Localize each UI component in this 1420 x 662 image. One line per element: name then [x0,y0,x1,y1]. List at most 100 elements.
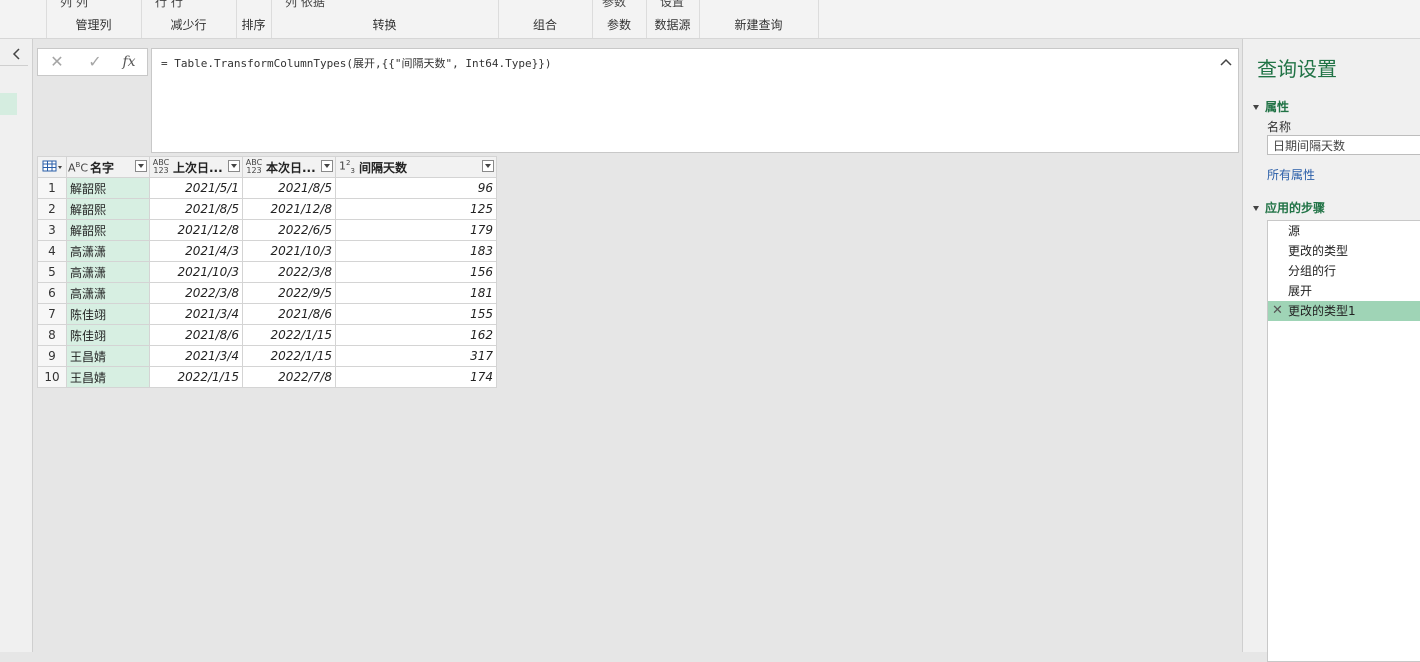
any-type-icon[interactable]: ABC123 [244,159,264,175]
collapse-triangle-icon[interactable] [1253,206,1259,211]
step-item[interactable]: 源 [1268,221,1420,241]
row-number[interactable]: 5 [38,262,67,283]
cell-name[interactable]: 高潇潇 [67,241,150,262]
table-row[interactable]: 1解韶熙2021/5/12021/8/596 [38,178,497,199]
ribbon-group-data-source[interactable]: 设置 数据源 [646,0,700,38]
fx-icon[interactable]: fx [120,53,138,71]
ribbon-group-transform[interactable]: 列 依据 转换 [271,0,499,38]
ribbon-group-parameters[interactable]: 参数 参数 [592,0,647,38]
cell-this-date[interactable]: 2021/10/3 [243,241,336,262]
cell-last-date[interactable]: 2021/8/5 [150,199,243,220]
cell-name[interactable]: 解韶熙 [67,220,150,241]
cell-name[interactable]: 高潇潇 [67,262,150,283]
cell-last-date[interactable]: 2022/3/8 [150,283,243,304]
check-icon[interactable]: ✓ [86,53,104,71]
row-number[interactable]: 4 [38,241,67,262]
chevron-left-icon[interactable] [10,47,24,61]
cancel-icon[interactable]: ✕ [48,53,66,71]
column-filter-dropdown[interactable] [482,160,494,172]
table-menu-button[interactable] [38,157,67,178]
table-row[interactable]: 10王昌婧2022/1/152022/7/8174 [38,367,497,388]
cell-interval-days[interactable]: 96 [336,178,497,199]
column-filter-dropdown[interactable] [135,160,147,172]
delete-step-icon[interactable]: ✕ [1272,301,1283,321]
cell-interval-days[interactable]: 317 [336,346,497,367]
cell-name[interactable]: 高潇潇 [67,283,150,304]
ribbon-group-manage-columns[interactable]: 列 列 管理列 [46,0,142,38]
cell-interval-days[interactable]: 155 [336,304,497,325]
cell-last-date[interactable]: 2021/8/6 [150,325,243,346]
row-number[interactable]: 1 [38,178,67,199]
column-header-last-date[interactable]: ABC123上次日... [150,157,243,178]
cell-last-date[interactable]: 2021/12/8 [150,220,243,241]
cell-interval-days[interactable]: 125 [336,199,497,220]
row-number[interactable]: 8 [38,325,67,346]
cell-last-date[interactable]: 2022/1/15 [150,367,243,388]
chevron-up-icon[interactable] [1220,57,1232,67]
table-row[interactable]: 3解韶熙2021/12/82022/6/5179 [38,220,497,241]
cell-name[interactable]: 陈佳翊 [67,304,150,325]
ribbon-group-new-query[interactable]: 新建查询 [699,0,819,38]
cell-this-date[interactable]: 2021/12/8 [243,199,336,220]
column-header-name[interactable]: ABC名字 [67,157,150,178]
ribbon-group-sort[interactable]: 排序 [236,0,272,38]
cell-interval-days[interactable]: 162 [336,325,497,346]
cell-this-date[interactable]: 2022/1/15 [243,325,336,346]
column-header-this-date[interactable]: ABC123本次日... [243,157,336,178]
cell-last-date[interactable]: 2021/3/4 [150,304,243,325]
row-number[interactable]: 10 [38,367,67,388]
row-number[interactable]: 3 [38,220,67,241]
properties-section-header[interactable]: 属性 [1253,98,1289,115]
cell-last-date[interactable]: 2021/4/3 [150,241,243,262]
table-row[interactable]: 7陈佳翊2021/3/42021/8/6155 [38,304,497,325]
table-row[interactable]: 8陈佳翊2021/8/62022/1/15162 [38,325,497,346]
cell-interval-days[interactable]: 174 [336,367,497,388]
text-type-icon[interactable]: ABC [68,161,88,173]
row-number[interactable]: 2 [38,199,67,220]
cell-this-date[interactable]: 2022/7/8 [243,367,336,388]
selected-query-marker[interactable] [0,93,17,115]
formula-text[interactable]: = Table.TransformColumnTypes(展开,{{"间隔天数"… [161,55,552,71]
column-filter-dropdown[interactable] [228,160,240,172]
cell-name[interactable]: 陈佳翊 [67,325,150,346]
ribbon-group-combine[interactable]: 组合 [498,0,593,38]
table-row[interactable]: 4高潇潇2021/4/32021/10/3183 [38,241,497,262]
cell-this-date[interactable]: 2022/1/15 [243,346,336,367]
row-number[interactable]: 6 [38,283,67,304]
cell-this-date[interactable]: 2021/8/5 [243,178,336,199]
step-item[interactable]: 展开 [1268,281,1420,301]
cell-interval-days[interactable]: 181 [336,283,497,304]
table-row[interactable]: 2解韶熙2021/8/52021/12/8125 [38,199,497,220]
table-row[interactable]: 9王昌婧2021/3/42022/1/15317 [38,346,497,367]
collapse-triangle-icon[interactable] [1253,105,1259,110]
cell-this-date[interactable]: 2022/6/5 [243,220,336,241]
cell-name[interactable]: 王昌婧 [67,367,150,388]
column-header-interval-days[interactable]: 123间隔天数 [336,157,497,178]
step-item-selected[interactable]: ✕更改的类型1 [1268,301,1420,321]
cell-interval-days[interactable]: 179 [336,220,497,241]
cell-this-date[interactable]: 2022/3/8 [243,262,336,283]
cell-interval-days[interactable]: 156 [336,262,497,283]
step-item[interactable]: 分组的行 [1268,261,1420,281]
table-row[interactable]: 5高潇潇2021/10/32022/3/8156 [38,262,497,283]
cell-this-date[interactable]: 2021/8/6 [243,304,336,325]
column-filter-dropdown[interactable] [321,160,333,172]
cell-last-date[interactable]: 2021/5/1 [150,178,243,199]
cell-name[interactable]: 解韶熙 [67,199,150,220]
cell-name[interactable]: 王昌婧 [67,346,150,367]
table-row[interactable]: 6高潇潇2022/3/82022/9/5181 [38,283,497,304]
cell-this-date[interactable]: 2022/9/5 [243,283,336,304]
integer-type-icon[interactable]: 123 [337,159,357,175]
cell-name[interactable]: 解韶熙 [67,178,150,199]
cell-last-date[interactable]: 2021/10/3 [150,262,243,283]
cell-interval-days[interactable]: 183 [336,241,497,262]
any-type-icon[interactable]: ABC123 [151,159,171,175]
all-properties-link[interactable]: 所有属性 [1267,166,1315,183]
formula-bar[interactable]: = Table.TransformColumnTypes(展开,{{"间隔天数"… [151,48,1239,153]
row-number[interactable]: 9 [38,346,67,367]
cell-last-date[interactable]: 2021/3/4 [150,346,243,367]
ribbon-group-reduce-rows[interactable]: 行 行 减少行 [141,0,237,38]
row-number[interactable]: 7 [38,304,67,325]
query-name-input[interactable] [1267,135,1420,155]
applied-steps-section-header[interactable]: 应用的步骤 [1253,199,1325,216]
